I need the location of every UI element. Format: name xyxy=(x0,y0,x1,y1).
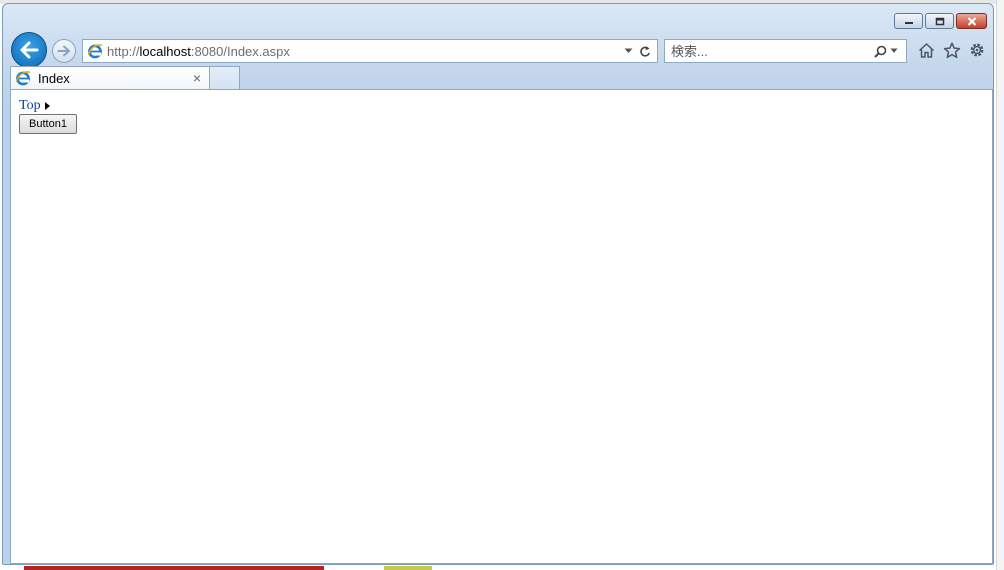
url-path: :8080/Index.aspx xyxy=(190,43,290,59)
new-tab-button[interactable] xyxy=(210,66,240,89)
chevron-down-icon[interactable] xyxy=(624,48,633,54)
home-icon xyxy=(918,42,935,58)
back-button[interactable] xyxy=(11,32,47,68)
taskbar-item xyxy=(384,566,432,570)
taskbar-item xyxy=(24,566,324,570)
search-box[interactable] xyxy=(664,39,907,63)
tab-close-button[interactable]: × xyxy=(189,70,205,86)
back-arrow-icon xyxy=(20,41,39,59)
home-button[interactable] xyxy=(917,40,936,60)
ie-page-icon xyxy=(15,71,31,86)
search-input[interactable] xyxy=(665,42,874,60)
page-content: Top Button1 xyxy=(10,89,993,564)
magnifier-icon[interactable] xyxy=(874,45,887,58)
maximize-button[interactable] xyxy=(925,13,954,29)
desktop-right-edge xyxy=(996,0,1004,570)
refresh-icon[interactable] xyxy=(639,45,651,58)
forward-arrow-icon xyxy=(57,45,70,57)
minimize-icon xyxy=(904,22,913,24)
address-bar-actions xyxy=(624,45,657,58)
breadcrumb: Top xyxy=(19,98,50,114)
minimize-button[interactable] xyxy=(894,13,923,29)
search-actions xyxy=(874,45,906,58)
star-icon xyxy=(943,41,960,58)
ie-page-icon xyxy=(87,44,103,59)
browser-window: http://localhost:8080/Index.aspx 検索... I… xyxy=(2,3,994,565)
button1[interactable]: Button1 xyxy=(19,114,77,134)
tab-index[interactable]: Index × xyxy=(10,66,210,89)
url-text[interactable]: http://localhost:8080/Index.aspx xyxy=(107,44,624,59)
gear-icon xyxy=(970,43,983,57)
url-host: localhost xyxy=(139,43,191,59)
favorites-button[interactable] xyxy=(942,40,961,60)
desktop-background: http://localhost:8080/Index.aspx 検索... I… xyxy=(0,0,1004,570)
close-window-button[interactable] xyxy=(956,13,987,29)
chevron-down-icon[interactable] xyxy=(890,48,898,54)
window-caption-buttons xyxy=(894,13,987,29)
forward-button[interactable] xyxy=(52,39,76,63)
browser-toolbar-icons xyxy=(917,40,986,60)
tab-label: Index xyxy=(38,70,70,86)
tools-button[interactable] xyxy=(967,40,986,60)
restore-icon xyxy=(935,17,944,25)
close-icon xyxy=(967,16,976,26)
address-bar[interactable]: http://localhost:8080/Index.aspx xyxy=(82,39,658,63)
breadcrumb-arrow-icon xyxy=(44,102,50,110)
url-scheme: http:// xyxy=(107,43,140,59)
breadcrumb-top-link[interactable]: Top xyxy=(19,98,41,114)
